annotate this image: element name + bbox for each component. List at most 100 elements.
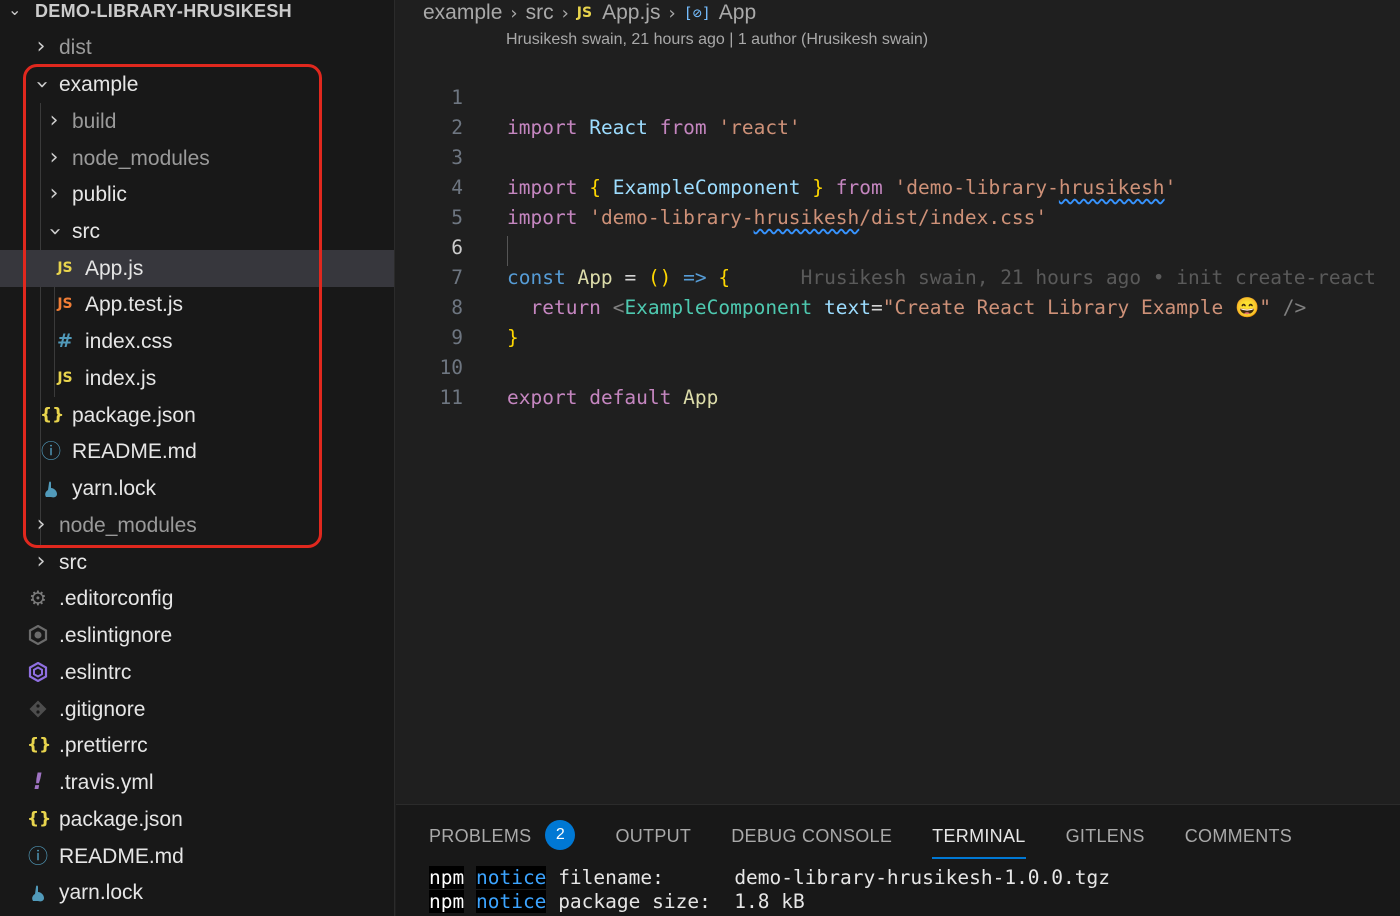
explorer-root-header[interactable]: ⌄ DEMO-LIBRARY-HRUSIKESH [0,0,394,22]
tree-item-node-modules[interactable]: › node_modules [0,140,394,177]
tree-item-yarn-lock-root[interactable]: yarn.lock [0,874,394,911]
chevron-down-icon: › [42,227,68,236]
javascript-test-file-icon: JS [57,296,73,312]
code-line[interactable]: 1 import React from 'react' [396,53,1400,139]
tree-item-build[interactable]: › build [0,103,394,140]
tree-item-label: .prettierrc [59,734,148,757]
tree-item-public[interactable]: › public [0,176,394,213]
code-line[interactable]: 4 import 'demo-library-hrusikesh/dist/in… [396,143,1400,229]
tab-comments[interactable]: COMMENTS [1185,819,1292,859]
terminal-value: demo-library-hrusikesh-1.0.0.tgz [734,866,1110,889]
info-icon: ⓘ [41,439,61,463]
breadcrumb-segment[interactable]: App.js [602,1,660,25]
terminal-line: npm notice filename: demo-library-hrusik… [429,866,1110,890]
tree-item-label: yarn.lock [59,881,144,904]
tree-item-label: .travis.yml [59,771,154,794]
tree-item-label: README.md [72,440,197,463]
tree-item-package-json[interactable]: {} package.json [0,397,394,434]
chevron-right-icon: › [49,181,59,206]
panel-tabs: PROBLEMS 2 OUTPUT DEBUG CONSOLE TERMINAL … [429,819,1332,859]
breadcrumb: example › src › JS App.js › [⊘] App [423,0,756,26]
tab-output[interactable]: OUTPUT [615,819,691,859]
code-line[interactable]: 3 import { ExampleComponent } from 'demo… [396,113,1400,199]
tree-item-src-root[interactable]: › src [0,544,394,581]
tree-item-app-js[interactable]: JS App.js [0,250,394,287]
terminal-key: filename: [558,866,664,889]
code-content: export default App [507,383,718,413]
tree-item-index-js[interactable]: JS index.js [0,360,394,397]
tree-item-label: node_modules [72,147,210,170]
symbol-variable-icon: [⊘] [683,4,711,22]
breadcrumb-segment[interactable]: example [423,1,502,25]
problems-count-badge: 2 [545,820,576,851]
git-icon [27,691,49,728]
tree-item-eslintignore[interactable]: .eslintignore [0,617,394,654]
tree-item-label: index.css [85,330,173,353]
tree-item-yarn-lock[interactable]: yarn.lock [0,470,394,507]
tree-item-gitignore[interactable]: .gitignore [0,691,394,728]
tree-item-label: .gitignore [59,698,146,721]
code-line[interactable]: 8 } [396,263,1400,349]
css-file-icon: # [57,330,73,352]
tree-item-label: index.js [85,367,157,390]
tree-item-package-json-root[interactable]: {} package.json [0,801,394,838]
tree-item-readme-md-root[interactable]: ⓘ README.md [0,838,394,875]
tab-gitlens[interactable]: GITLENS [1066,819,1145,859]
tree-item-label: example [59,73,139,96]
yarn-icon [40,470,62,507]
tree-item-dist[interactable]: › dist [0,29,394,66]
tree-item-label: dist [59,36,92,59]
chevron-down-icon: ⌄ [8,2,22,19]
chevron-right-icon: › [36,549,46,574]
terminal-line: npm notice package size: 1.8 kB [429,890,805,914]
code-line[interactable]: 2 [396,83,1400,139]
terminal-value: 1.8 kB [734,890,805,913]
tree-item-app-test-js[interactable]: JS App.test.js [0,286,394,323]
code-line[interactable]: 9 [396,293,1400,349]
terminal-notice: notice [475,890,547,913]
code-editor[interactable]: example › src › JS App.js › [⊘] App Hrus… [396,0,1400,804]
breadcrumb-segment[interactable]: src [526,1,554,25]
chevron-right-icon: › [49,108,59,133]
tree-item-eslintrc[interactable]: .eslintrc [0,654,394,691]
code-line[interactable]: 5 [396,173,1400,229]
terminal-npm-prefix: npm [429,866,465,889]
tab-problems[interactable]: PROBLEMS 2 [429,819,576,859]
tree-item-label: build [72,110,117,133]
code-line[interactable]: 7 return <ExampleComponent text="Create … [396,233,1400,319]
info-icon: ⓘ [28,844,48,868]
tree-item-src[interactable]: › src [0,213,394,250]
tree-item-prettierrc[interactable]: {} .prettierrc [0,727,394,764]
yaml-file-icon: ! [32,770,44,795]
code-line[interactable]: 10 export default App [396,323,1400,409]
tree-item-index-css[interactable]: # index.css [0,323,394,360]
tree-item-label: public [72,183,127,206]
code-line[interactable]: 11 [396,353,1400,409]
gitlens-blame-header[interactable]: Hrusikesh swain, 21 hours ago | 1 author… [506,31,928,49]
tab-label: PROBLEMS [429,826,532,846]
chevron-right-icon: › [668,2,676,24]
chevron-right-icon: › [510,2,518,24]
tree-item-label: src [59,551,87,574]
bottom-panel: PROBLEMS 2 OUTPUT DEBUG CONSOLE TERMINAL … [396,804,1400,916]
indent-guide [507,236,508,266]
tree-item-label: App.test.js [85,293,184,316]
code-line-active[interactable]: 6 const App = () => { Hrusikesh swain, 2… [396,203,1400,289]
terminal-notice: notice [475,866,547,889]
tree-item-label: .eslintrc [59,661,132,684]
tree-item-readme-md[interactable]: ⓘ README.md [0,433,394,470]
tree-item-label: .eslintignore [59,624,173,647]
chevron-right-icon: › [36,34,46,59]
breadcrumb-segment[interactable]: App [719,1,756,25]
javascript-file-icon: JS [57,260,73,276]
tree-item-editorconfig[interactable]: ⚙ .editorconfig [0,580,394,617]
tree-item-example[interactable]: › example [0,66,394,103]
tab-terminal[interactable]: TERMINAL [932,819,1027,859]
tree-item-node-modules-root[interactable]: › node_modules [0,507,394,544]
explorer-root-label: DEMO-LIBRARY-HRUSIKESH [35,1,292,21]
tree-item-travis-yml[interactable]: ! .travis.yml [0,764,394,801]
eslint-ignore-icon [27,617,49,654]
chevron-right-icon: › [36,512,46,537]
tree-item-label: yarn.lock [72,477,157,500]
tab-debug-console[interactable]: DEBUG CONSOLE [731,819,892,859]
